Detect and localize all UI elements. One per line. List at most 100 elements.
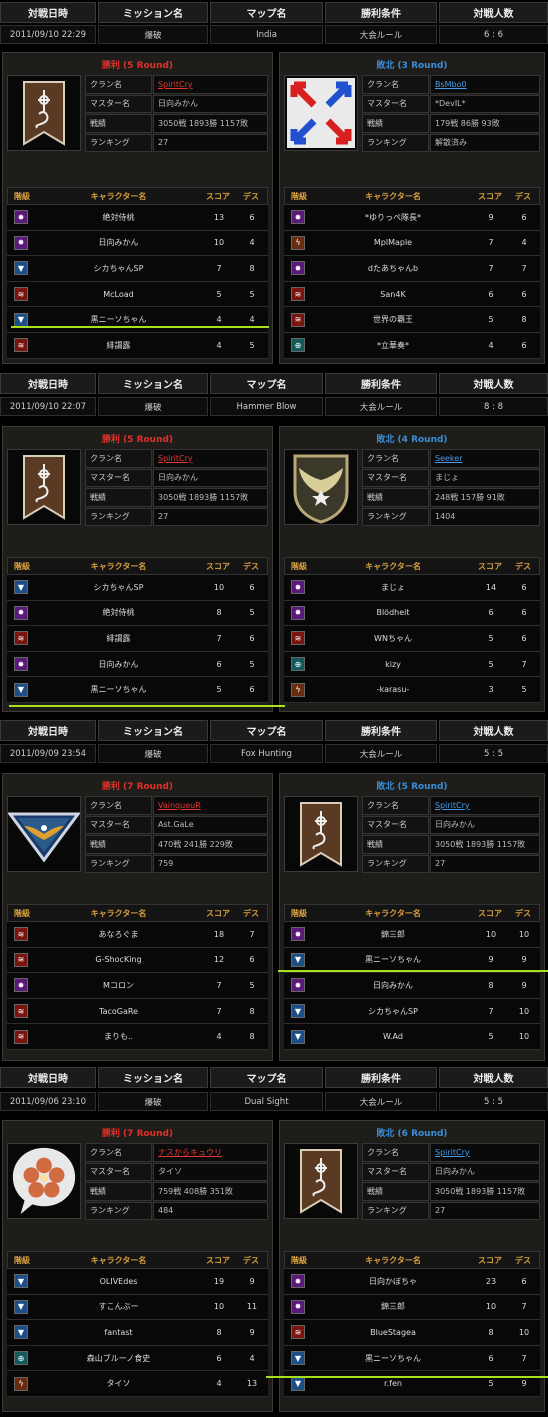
header-map: マップ名 [210, 1067, 323, 1088]
clan-record: 3050戦 1893勝 1157敗 [430, 1182, 540, 1201]
player-row: ✸ dたあちゃんb 7 7 [284, 256, 540, 282]
character-name[interactable]: OLIVEdes [35, 1269, 202, 1294]
ranking-label: ランキング [85, 507, 152, 526]
clan-name-link[interactable]: Seeker [435, 454, 462, 463]
character-name[interactable]: シカちゃんSP [35, 575, 202, 600]
match-mission: 爆破 [98, 744, 208, 763]
player-deaths: 7 [521, 1302, 527, 1312]
col-deaths: デス [515, 191, 531, 201]
match-mission: 爆破 [98, 397, 208, 416]
clan-name-link[interactable]: SpiritCry [435, 1148, 470, 1157]
master-name: *DevIL* [430, 94, 540, 113]
chevron-rank-icon: ▼ [14, 312, 28, 327]
player-deaths: 4 [521, 238, 527, 248]
character-name[interactable]: 日向かぼちゃ [312, 1269, 474, 1294]
master-name: 日向みかん [430, 1162, 540, 1181]
character-name[interactable]: *ゆりっぺ隊長* [312, 205, 474, 230]
flame-rank-icon: ≋ [291, 1325, 305, 1340]
character-name[interactable]: San4K [312, 282, 474, 307]
character-name[interactable]: まじょ [312, 575, 474, 600]
player-deaths: 8 [249, 1006, 255, 1016]
character-name[interactable]: 日向みかん [35, 652, 202, 677]
team-panel-left: 勝利 (5 Round) クラン名 SpiritCry マスター名 日向みかん 戦績… [2, 426, 273, 712]
match-info-row: 2011/09/09 23:54 爆破 Fox Hunting 大会ルール 5 … [0, 744, 548, 763]
match-rule: 大会ルール [325, 397, 437, 416]
col-character: キャラクター名 [90, 1255, 147, 1265]
character-name[interactable]: 錦三郎 [312, 922, 474, 947]
clan-name-link[interactable]: SpiritCry [158, 454, 193, 463]
player-row: ϟ タイソ 4 13 [7, 1371, 268, 1397]
character-name[interactable]: 緋謂露 [35, 333, 202, 358]
match-date: 2011/09/09 23:54 [0, 744, 96, 763]
character-name[interactable]: dたあちゃんb [312, 256, 474, 281]
character-name[interactable]: -karasu- [312, 677, 474, 702]
clan-name-link[interactable]: SpiritCry [158, 80, 193, 89]
wings-emblem-icon [293, 454, 349, 524]
character-name[interactable]: 日向みかん [312, 973, 474, 998]
master-label: マスター名 [85, 94, 152, 113]
character-name[interactable]: WNちゃん [312, 626, 474, 651]
clan-name-link[interactable]: VainqueuR [158, 801, 201, 810]
star-rank-icon: ✸ [291, 261, 305, 276]
character-name[interactable]: タイソ [35, 1371, 202, 1396]
character-name[interactable]: fantast [35, 1320, 202, 1345]
chevron-rank-icon: ▼ [14, 1274, 28, 1289]
match-players: 8 : 8 [439, 397, 548, 416]
character-name[interactable]: McLoad [35, 282, 202, 307]
player-row: ≋ WNちゃん 5 6 [284, 626, 540, 652]
master-name: 日向みかん [153, 468, 268, 487]
clan-name-label: クラン名 [362, 449, 429, 468]
clan-name-link[interactable]: BsMbo0 [435, 80, 467, 89]
character-name[interactable]: 日向みかん [35, 231, 202, 256]
character-name[interactable]: シカちゃんSP [312, 999, 474, 1024]
character-name[interactable]: MplMaple [312, 231, 474, 256]
character-name[interactable]: シカちゃんSP [35, 256, 202, 281]
player-deaths: 6 [521, 582, 527, 592]
player-score: 5 [488, 633, 494, 643]
character-name[interactable]: Blödheit [312, 601, 474, 626]
player-deaths: 10 [518, 1032, 530, 1042]
character-name[interactable]: 絶対侍桃 [35, 601, 202, 626]
header-players: 対戦人数 [439, 720, 548, 741]
match-header-row: 対戦日時 ミッション名 マップ名 勝利条件 対戦人数 [0, 1067, 548, 1088]
character-name[interactable]: 黒ニーソちゃん [35, 677, 202, 702]
flame-rank-icon: ≋ [291, 631, 305, 646]
player-score: 14 [485, 582, 497, 592]
character-name[interactable]: 錦三郎 [312, 1295, 474, 1320]
character-name[interactable]: 黒ニーソちゃん [35, 307, 202, 332]
character-name[interactable]: W.Ad [312, 1024, 474, 1049]
col-score: スコア [206, 908, 230, 918]
character-name[interactable]: 緋謂露 [35, 626, 202, 651]
character-name[interactable]: *立華奏* [312, 333, 474, 358]
character-name[interactable]: 黒ニーソちゃん [312, 1346, 474, 1371]
character-name[interactable]: 絶対侍桃 [35, 205, 202, 230]
record-label: 戦績 [85, 835, 152, 854]
clan-name-link[interactable]: SpiritCry [435, 801, 470, 810]
header-date: 対戦日時 [0, 373, 96, 394]
master-name: 日向みかん [430, 815, 540, 834]
clan-name-link[interactable]: ナスからキュウリ [158, 1147, 222, 1158]
character-name[interactable]: TacoGaRe [35, 999, 202, 1024]
match-date: 2011/09/10 22:29 [0, 25, 96, 44]
match-header-row: 対戦日時 ミッション名 マップ名 勝利条件 対戦人数 [0, 2, 548, 23]
col-score: スコア [478, 908, 502, 918]
character-name[interactable]: Mコロン [35, 973, 202, 998]
character-name[interactable]: あなろぐま [35, 922, 202, 947]
character-name[interactable]: kizy [312, 652, 474, 677]
player-row: ▼ 黒ニーソちゃん 5 6 [7, 677, 268, 703]
character-name[interactable]: すこんぶー [35, 1295, 202, 1320]
player-score: 7 [216, 980, 222, 990]
character-name[interactable]: 森山ブルーノ食史 [35, 1346, 202, 1371]
player-table: 階級 キャラクター名 スコア デス ✸ 絶対侍桃 13 6 ✸ 日向みかん 10… [7, 187, 268, 359]
character-name[interactable]: 世界の覇王 [312, 307, 474, 332]
character-name[interactable]: G-ShocKing [35, 948, 202, 973]
character-name[interactable]: まりも.. [35, 1024, 202, 1049]
clan-record: 3050戦 1893勝 1157敗 [153, 114, 268, 133]
col-character: キャラクター名 [90, 908, 147, 918]
col-score: スコア [478, 1255, 502, 1265]
player-deaths: 8 [249, 1032, 255, 1042]
character-name[interactable]: BlueStagea [312, 1320, 474, 1345]
clan-name-label: クラン名 [85, 449, 152, 468]
player-deaths: 5 [249, 340, 255, 350]
character-name[interactable]: 黒ニーソちゃん [312, 948, 474, 973]
